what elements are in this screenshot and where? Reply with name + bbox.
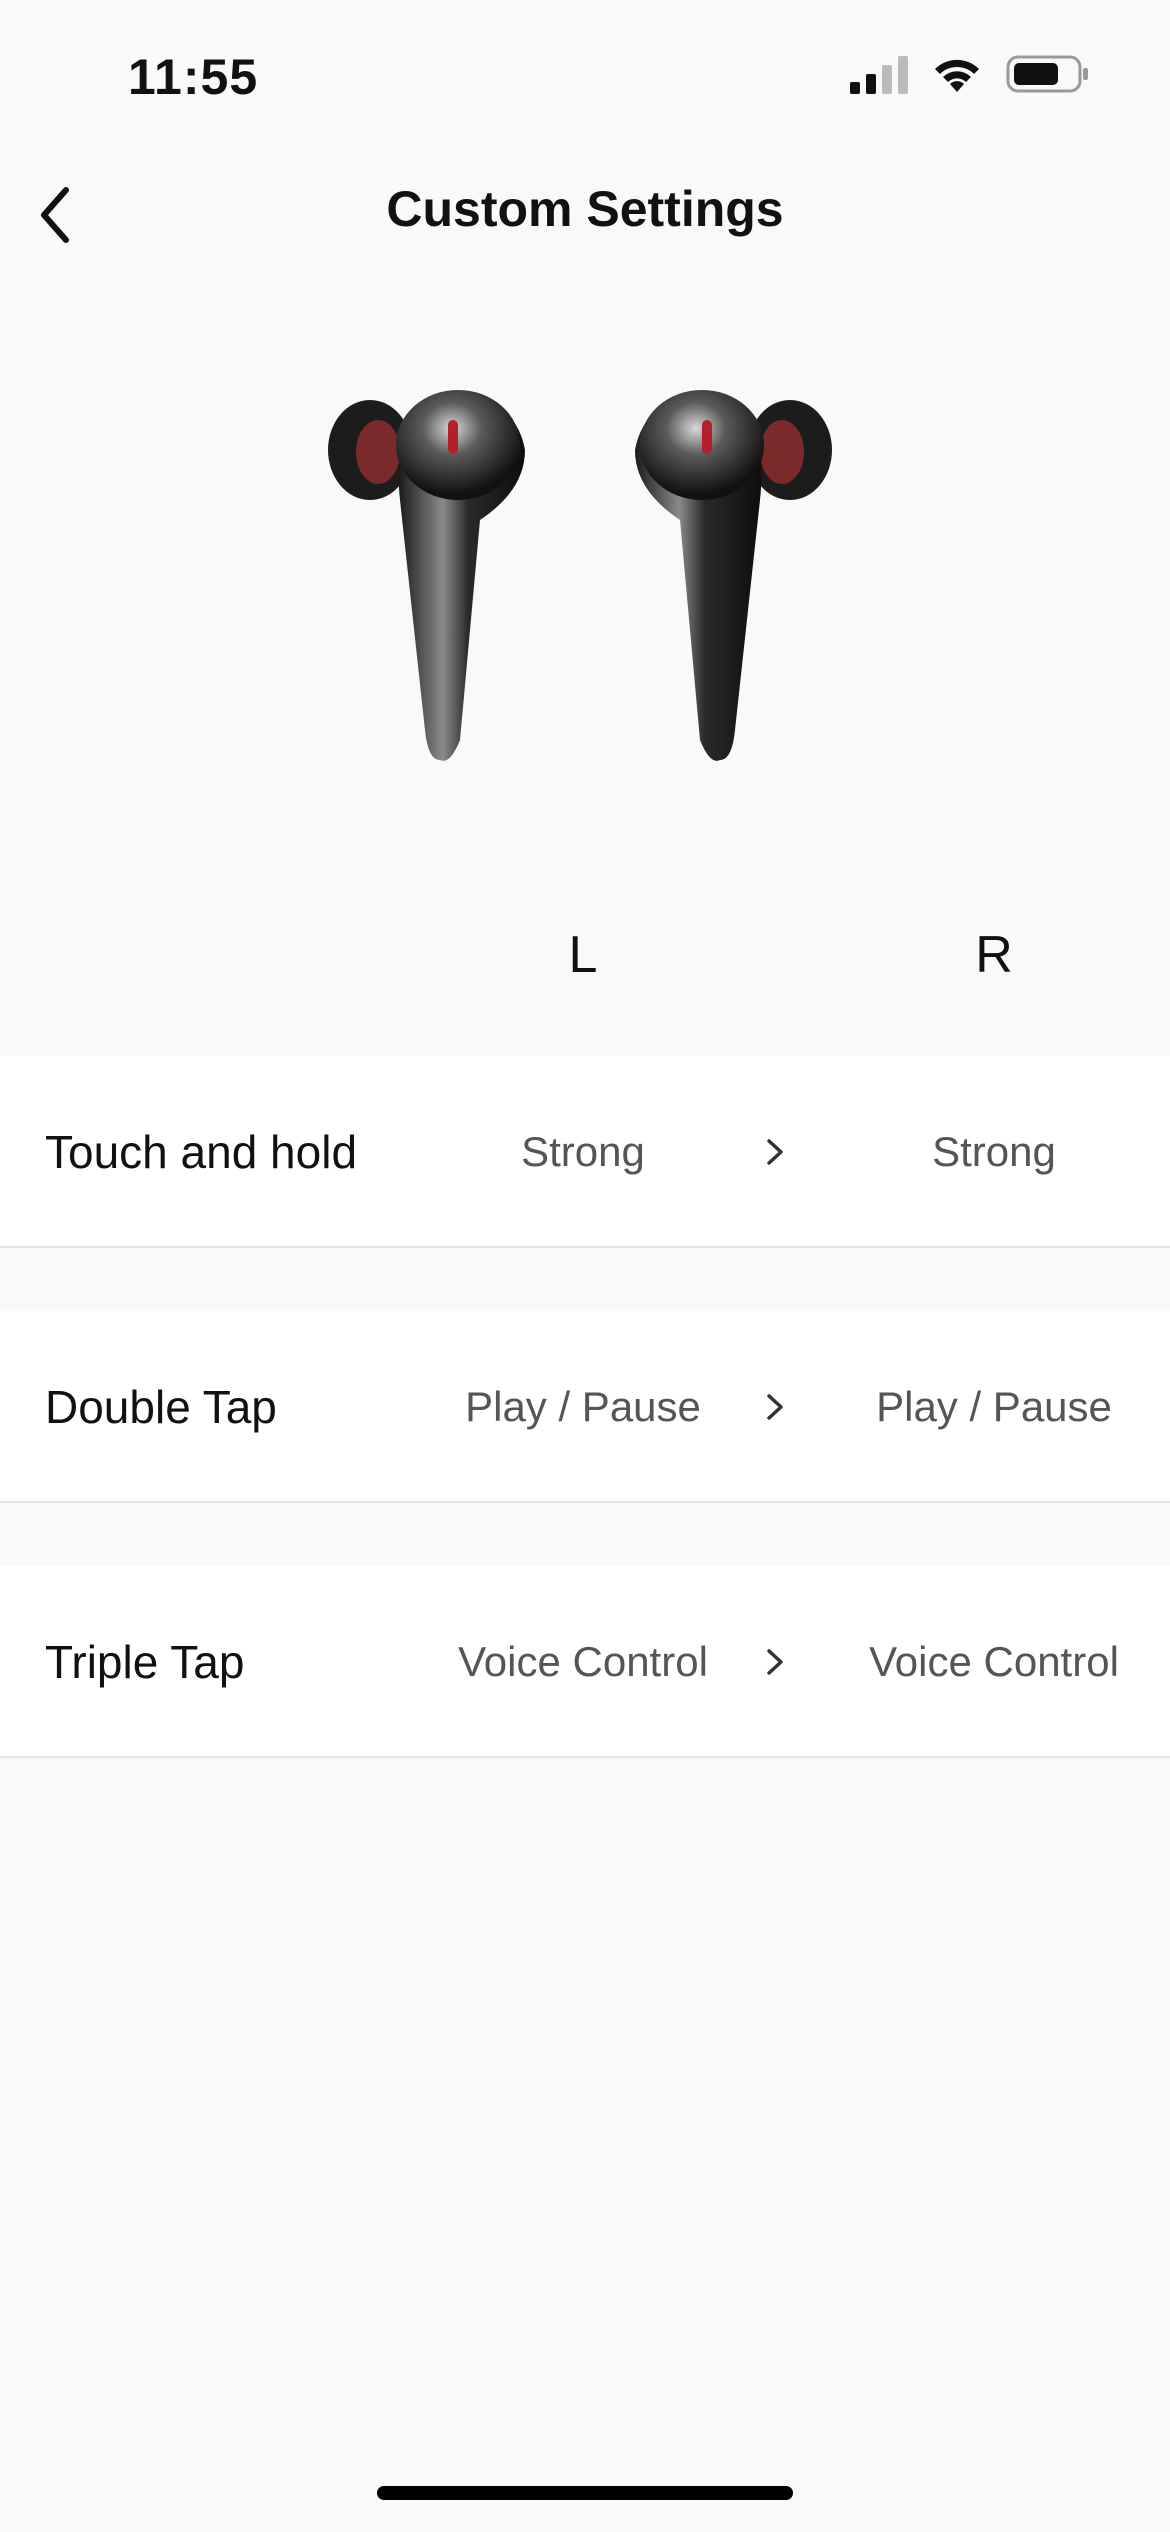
left-column-label: L <box>568 926 598 984</box>
setting-label: Triple Tap <box>45 1636 245 1688</box>
right-value[interactable]: Voice Control <box>814 1566 1170 1758</box>
setting-label: Touch and hold <box>45 1126 358 1178</box>
left-earbud <box>328 390 525 761</box>
setting-label: Double Tap <box>45 1381 277 1433</box>
right-column-label: R <box>975 926 1013 984</box>
setting-row-touch-and-hold[interactable]: Touch and hold Strong Strong <box>0 1056 1170 1248</box>
status-bar: 11:55 <box>0 0 1170 150</box>
right-value[interactable]: Play / Pause <box>814 1311 1170 1503</box>
left-value[interactable]: Strong <box>403 1056 763 1248</box>
status-icons <box>850 54 1090 94</box>
earbuds-image <box>328 390 832 761</box>
setting-row-double-tap[interactable]: Double Tap Play / Pause Play / Pause <box>0 1311 1170 1503</box>
wifi-icon <box>935 59 979 92</box>
chevron-right-icon <box>767 1649 783 1675</box>
setting-row-triple-tap[interactable]: Triple Tap Voice Control Voice Control <box>0 1566 1170 1758</box>
cellular-signal-icon <box>850 56 908 94</box>
battery-icon <box>1006 55 1088 93</box>
left-value[interactable]: Voice Control <box>403 1566 763 1758</box>
chevron-right-icon <box>767 1139 783 1165</box>
page-title: Custom Settings <box>386 181 784 237</box>
right-earbud <box>635 390 832 761</box>
chevron-right-icon <box>767 1394 783 1420</box>
status-time: 11:55 <box>128 49 259 105</box>
left-value[interactable]: Play / Pause <box>403 1311 763 1503</box>
nav-bar: Custom Settings <box>0 160 1170 260</box>
home-indicator[interactable] <box>377 2486 793 2500</box>
right-value[interactable]: Strong <box>814 1056 1170 1248</box>
